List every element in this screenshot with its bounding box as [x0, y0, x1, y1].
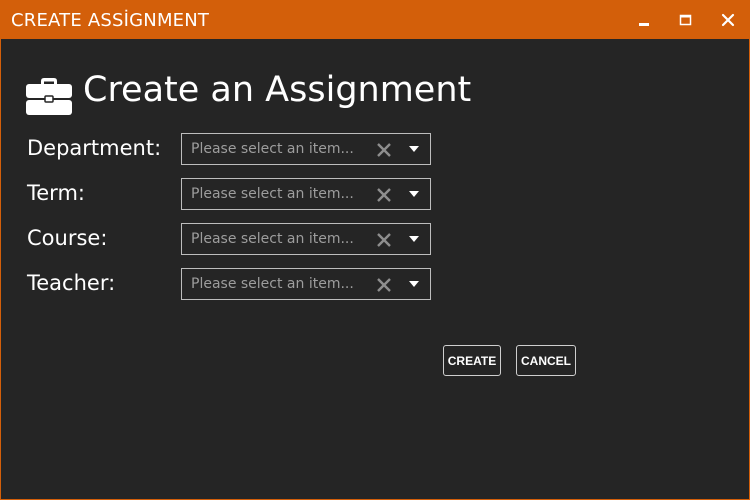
- course-field: Course: Please select an item...: [26, 223, 431, 255]
- teacher-combobox[interactable]: Please select an item...: [181, 268, 431, 300]
- maximize-icon: [679, 14, 692, 26]
- create-assignment-window: CREATE ASSİGNMENT Create an Assignment D…: [0, 0, 750, 500]
- close-icon: [721, 13, 735, 27]
- teacher-placeholder: Please select an item...: [191, 276, 354, 292]
- department-label: Department:: [27, 136, 162, 160]
- teacher-field: Teacher: Please select an item...: [26, 268, 431, 300]
- maximize-button[interactable]: [672, 7, 698, 33]
- minimize-button[interactable]: [631, 7, 657, 33]
- department-placeholder: Please select an item...: [191, 141, 354, 157]
- window-title: CREATE ASSİGNMENT: [11, 10, 210, 31]
- teacher-label: Teacher:: [27, 271, 116, 295]
- dropdown-arrow-icon[interactable]: [409, 281, 419, 287]
- term-label: Term:: [27, 181, 85, 205]
- dropdown-arrow-icon[interactable]: [409, 146, 419, 152]
- term-placeholder: Please select an item...: [191, 186, 354, 202]
- title-bar[interactable]: CREATE ASSİGNMENT: [1, 1, 749, 39]
- clear-x-icon[interactable]: [376, 232, 392, 248]
- cancel-button[interactable]: CANCEL: [516, 345, 576, 376]
- department-field: Department: Please select an item...: [26, 133, 431, 165]
- term-combobox[interactable]: Please select an item...: [181, 178, 431, 210]
- dropdown-arrow-icon[interactable]: [409, 236, 419, 242]
- page-title: Create an Assignment: [83, 70, 472, 110]
- clear-x-icon[interactable]: [376, 142, 392, 158]
- dropdown-arrow-icon[interactable]: [409, 191, 419, 197]
- course-placeholder: Please select an item...: [191, 231, 354, 247]
- briefcase-icon: [26, 78, 72, 115]
- course-label: Course:: [27, 226, 108, 250]
- clear-x-icon[interactable]: [376, 187, 392, 203]
- create-button[interactable]: CREATE: [443, 345, 501, 376]
- close-button[interactable]: [715, 7, 741, 33]
- minimize-icon: [639, 23, 649, 26]
- department-combobox[interactable]: Please select an item...: [181, 133, 431, 165]
- term-field: Term: Please select an item...: [26, 178, 431, 210]
- course-combobox[interactable]: Please select an item...: [181, 223, 431, 255]
- clear-x-icon[interactable]: [376, 277, 392, 293]
